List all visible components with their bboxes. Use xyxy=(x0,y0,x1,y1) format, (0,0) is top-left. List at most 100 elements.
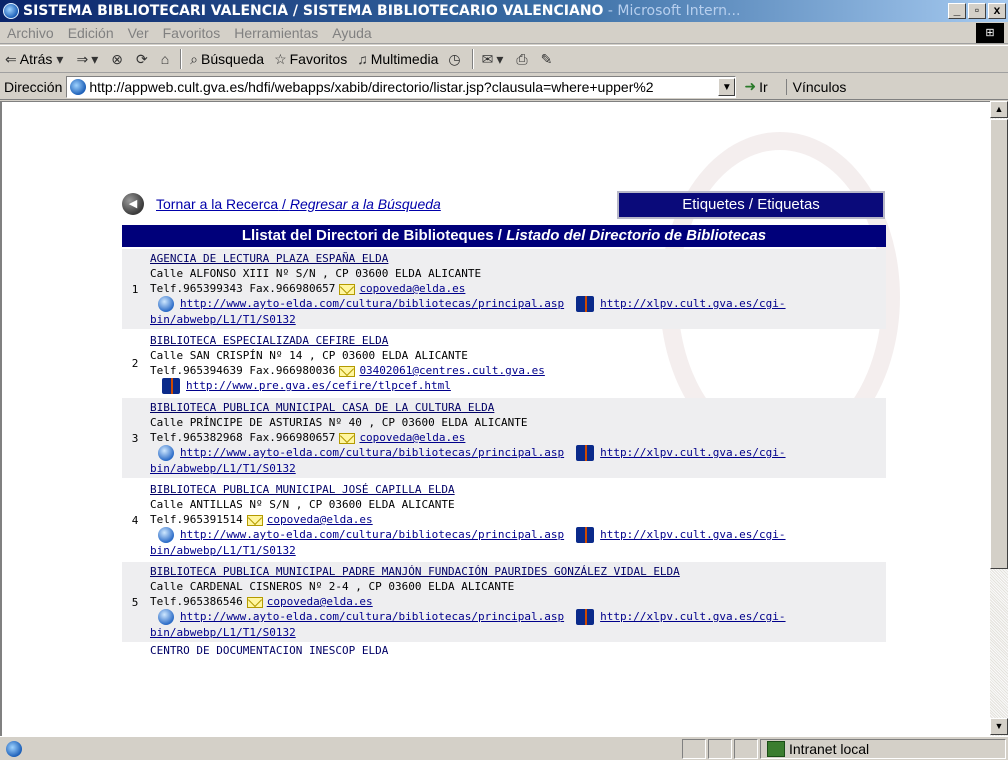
back-to-search-link[interactable]: Tornar a la Recerca / Regresar a la Búsq… xyxy=(156,196,441,212)
labels-button[interactable]: Etiquetes / Etiquetas xyxy=(617,191,885,219)
library-name-link[interactable]: BIBLIOTECA ESPECIALIZADA CEFIRE ELDA xyxy=(150,333,886,348)
mail-menu-icon: ✉ xyxy=(481,50,494,67)
maximize-button[interactable]: ▫ xyxy=(968,3,986,19)
back-to-search[interactable]: ◀ Tornar a la Recerca / Regresar a la Bú… xyxy=(122,193,441,215)
contact-line: Telf.965382968 Fax.966980657 copoveda@eld… xyxy=(150,430,886,445)
address-input[interactable]: http://appweb.cult.gva.es/hdfi/webapps/x… xyxy=(66,75,737,98)
library-name-link[interactable]: BIBLIOTECA PUBLICA MUNICIPAL PADRE MANJÓ… xyxy=(150,564,886,579)
library-name-link[interactable]: BIBLIOTECA PUBLICA MUNICIPAL JOSÉ CAPILL… xyxy=(150,482,886,497)
refresh-button[interactable]: ⟳ xyxy=(131,51,156,68)
go-button-label: Ir xyxy=(759,78,768,95)
catalog-link[interactable]: http://xlpv.cult.gva.es/cgi- xyxy=(600,528,785,541)
menu-edicion[interactable]: Edición xyxy=(61,25,121,41)
page-icon xyxy=(70,78,87,95)
mail-button[interactable]: ✉ ▾ xyxy=(477,51,512,68)
email-link[interactable]: copoveda@elda.es xyxy=(267,595,373,608)
menu-ayuda[interactable]: Ayuda xyxy=(325,25,378,41)
catalog-link-continued[interactable]: bin/abwebp/L1/T1/S0132 xyxy=(150,461,886,476)
favorites-button[interactable]: ☆ Favoritos xyxy=(269,51,352,68)
entry-body: BIBLIOTECA PUBLICA MUNICIPAL PADRE MANJÓ… xyxy=(148,562,886,642)
library-name-link[interactable]: AGENCIA DE LECTURA PLAZA ESPAÑA ELDA xyxy=(150,251,886,266)
phone-fax: Telf.965391514 xyxy=(150,513,243,526)
links-line: http://www.ayto-elda.com/cultura/bibliot… xyxy=(150,527,886,543)
partial-list-item[interactable]: CENTRO DE DOCUMENTACION INESCOP ELDA xyxy=(122,644,886,654)
catalog-link[interactable]: http://xlpv.cult.gva.es/cgi- xyxy=(600,610,785,623)
list-item: 2 BIBLIOTECA ESPECIALIZADA CEFIRE ELDA C… xyxy=(122,331,886,396)
library-name-link[interactable]: BIBLIOTECA PUBLICA MUNICIPAL CASA DE LA … xyxy=(150,400,886,415)
catalog-link-continued[interactable]: bin/abwebp/L1/T1/S0132 xyxy=(150,312,886,327)
email-link[interactable]: copoveda@elda.es xyxy=(359,282,465,295)
catalog-link[interactable]: http://xlpv.cult.gva.es/cgi- xyxy=(600,297,785,310)
print-button[interactable]: ⎙ xyxy=(511,51,535,68)
menu-ver[interactable]: Ver xyxy=(121,25,156,41)
go-button[interactable]: ➜ Ir xyxy=(744,78,767,95)
phone-fax: Telf.965382968 Fax.966980657 xyxy=(150,431,336,444)
email-link[interactable]: copoveda@elda.es xyxy=(359,431,465,444)
status-bar: Intranet local xyxy=(0,736,1008,760)
menu-bar: Archivo Edición Ver Favoritos Herramient… xyxy=(0,22,1008,44)
phone-fax: Telf.965386546 xyxy=(150,595,243,608)
menu-herramientas[interactable]: Herramientas xyxy=(227,25,325,41)
entry-number: 2 xyxy=(131,357,139,370)
website-link[interactable]: http://www.ayto-elda.com/cultura/bibliot… xyxy=(180,446,564,459)
links-button[interactable]: Vínculos xyxy=(785,78,846,95)
entry-body: BIBLIOTECA PUBLICA MUNICIPAL JOSÉ CAPILL… xyxy=(148,480,886,560)
back-button[interactable]: ⇐ Atrás ▾ xyxy=(0,51,71,68)
library-address: Calle ANTILLAS Nº S/N , CP 03600 ELDA AL… xyxy=(150,498,455,511)
dropdown-arrow-icon: ▾ xyxy=(91,50,99,67)
search-button[interactable]: ⌕ Búsqueda xyxy=(185,51,269,68)
close-button[interactable]: x xyxy=(988,3,1006,19)
menu-favoritos[interactable]: Favoritos xyxy=(156,25,228,41)
email-link[interactable]: 03402061@centres.cult.gva.es xyxy=(359,364,544,377)
back-link-va: Tornar a la Recerca xyxy=(156,196,279,212)
multimedia-button[interactable]: ♫ Multimedia xyxy=(352,51,443,67)
xlpv-catalog-icon xyxy=(576,445,595,461)
toolbar: ⇐ Atrás ▾ ⇒ ▾ ⊗ ⟳ ⌂ ⌕ Búsqueda ☆ Favorit… xyxy=(0,45,1008,73)
ie-app-icon xyxy=(3,3,19,19)
entry-number: 3 xyxy=(131,431,139,445)
back-arrow-icon: ◀ xyxy=(122,193,144,215)
vertical-scrollbar[interactable]: ▲ ▼ xyxy=(990,101,1008,736)
xlpv-catalog-icon xyxy=(162,378,180,394)
history-button[interactable]: ◷ xyxy=(443,51,468,68)
intranet-zone-icon xyxy=(767,740,785,757)
address-url: http://appweb.cult.gva.es/hdfi/webapps/x… xyxy=(89,78,654,95)
xlpv-catalog-icon xyxy=(576,527,595,543)
search-icon: ⌕ xyxy=(190,50,198,67)
forward-button[interactable]: ⇒ ▾ xyxy=(71,51,106,68)
email-link[interactable]: copoveda@elda.es xyxy=(267,513,373,526)
website-link[interactable]: http://www.ayto-elda.com/cultura/bibliot… xyxy=(180,528,564,541)
scroll-up-button[interactable]: ▲ xyxy=(990,101,1008,118)
status-panel xyxy=(682,738,706,759)
menu-archivo[interactable]: Archivo xyxy=(0,25,61,41)
xlpv-catalog-icon xyxy=(576,296,595,312)
favorites-button-label: Favoritos xyxy=(289,51,348,67)
catalog-link-continued[interactable]: bin/abwebp/L1/T1/S0132 xyxy=(150,543,886,558)
stop-button[interactable]: ⊗ xyxy=(106,51,131,68)
links-line: http://www.ayto-elda.com/cultura/bibliot… xyxy=(150,445,886,461)
back-arrow-icon: ⇐ xyxy=(5,50,17,67)
website-link[interactable]: http://www.ayto-elda.com/cultura/bibliot… xyxy=(180,610,564,623)
back-button-label: Atrás xyxy=(19,51,53,67)
links-line: http://www.ayto-elda.com/cultura/bibliot… xyxy=(150,609,886,625)
entry-number: 5 xyxy=(131,595,139,609)
phone-fax: Telf.965394639 Fax.966980036 xyxy=(150,364,336,377)
list-header: Llistat del Directori de Biblioteques / … xyxy=(122,225,886,247)
dropdown-arrow-icon: ▾ xyxy=(56,50,64,67)
library-address: Calle PRÍNCIPE DE ASTURIAS Nº 40 , CP 03… xyxy=(150,416,528,429)
website-link[interactable]: http://www.pre.gva.es/cefire/tlpcef.html xyxy=(186,379,451,392)
scroll-down-button[interactable]: ▼ xyxy=(990,718,1008,735)
back-link-es: Regresar a la Búsqueda xyxy=(289,196,441,212)
entry-body: BIBLIOTECA PUBLICA MUNICIPAL CASA DE LA … xyxy=(148,398,886,478)
address-dropdown-button[interactable]: ▼ xyxy=(718,77,736,96)
list-header-va: Llistat del Directori de Biblioteques xyxy=(241,227,494,244)
mail-icon xyxy=(339,432,356,444)
website-link[interactable]: http://www.ayto-elda.com/cultura/bibliot… xyxy=(180,297,564,310)
catalog-link[interactable]: http://xlpv.cult.gva.es/cgi- xyxy=(600,446,785,459)
edit-button[interactable]: ✎ xyxy=(536,51,561,68)
home-button[interactable]: ⌂ xyxy=(156,51,177,67)
scroll-thumb[interactable] xyxy=(990,119,1008,569)
links-line: http://www.pre.gva.es/cefire/tlpcef.html xyxy=(150,378,886,394)
catalog-link-continued[interactable]: bin/abwebp/L1/T1/S0132 xyxy=(150,625,886,640)
minimize-button[interactable]: _ xyxy=(948,3,966,19)
